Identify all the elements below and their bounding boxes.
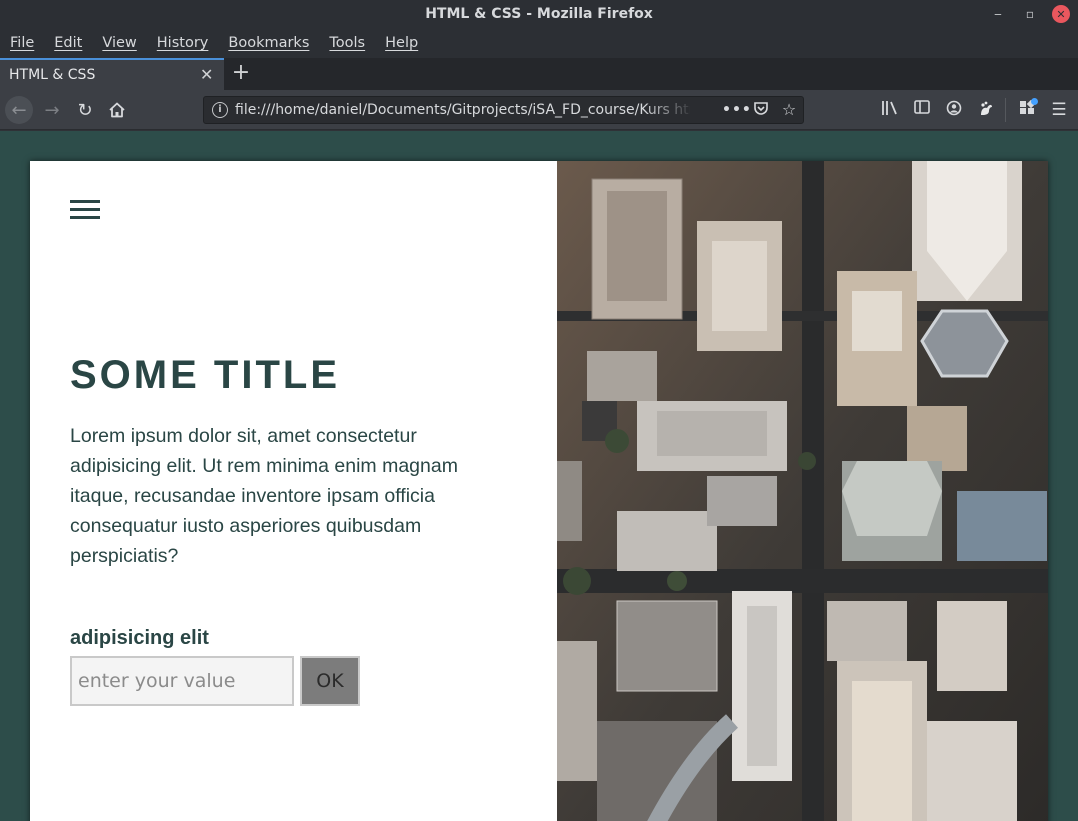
menu-file[interactable]: File [10, 35, 34, 51]
url-text[interactable]: file:///home/daniel/Documents/Gitproject… [235, 102, 690, 118]
info-icon[interactable]: i [212, 102, 228, 118]
city-aerial-photo [557, 161, 1048, 821]
nav-bar: ← → ↻ i file:///home/daniel/Documents/Gi… [0, 90, 1078, 130]
reload-icon[interactable]: ↻ [71, 96, 99, 124]
tab-close-icon[interactable]: ✕ [200, 65, 213, 84]
page-viewport: SOME TITLE Lorem ipsum dolor sit, amet c… [0, 131, 1078, 821]
value-input[interactable] [70, 656, 294, 706]
tab-html-css[interactable]: HTML & CSS ✕ [0, 58, 224, 90]
library-icon[interactable] [880, 100, 900, 120]
field-label: adipisicing elit [70, 627, 209, 649]
hero-content: SOME TITLE Lorem ipsum dolor sit, amet c… [30, 161, 557, 821]
menu-tools[interactable]: Tools [329, 35, 365, 51]
menu-edit[interactable]: Edit [54, 35, 82, 51]
ok-button[interactable]: OK [300, 656, 360, 706]
home-icon[interactable] [103, 96, 131, 124]
hero-card: SOME TITLE Lorem ipsum dolor sit, amet c… [30, 161, 1048, 821]
menu-bookmarks[interactable]: Bookmarks [228, 35, 309, 51]
pocket-icon[interactable] [751, 100, 771, 120]
window-titlebar: HTML & CSS - Mozilla Firefox ‒ ▫ ✕ [0, 0, 1078, 28]
page-actions-icon[interactable]: ••• [722, 100, 751, 120]
lead-paragraph: Lorem ipsum dolor sit, amet consectetur … [70, 425, 458, 567]
back-arrow-icon[interactable]: ← [5, 96, 33, 124]
forward-arrow-icon[interactable]: → [38, 96, 66, 124]
menu-bar: File Edit View History Bookmarks Tools H… [0, 28, 1078, 58]
tab-bar: HTML & CSS ✕ + [0, 58, 1078, 90]
tab-label: HTML & CSS [9, 67, 96, 83]
menu-history[interactable]: History [157, 35, 209, 51]
url-fade [644, 98, 694, 122]
maximize-icon[interactable]: ▫ [1020, 4, 1040, 24]
window-title: HTML & CSS - Mozilla Firefox [425, 6, 653, 22]
url-bar[interactable]: i file:///home/daniel/Documents/Gitproje… [203, 96, 804, 124]
page-title: SOME TITLE [70, 353, 340, 397]
bookmark-star-icon[interactable]: ☆ [779, 100, 799, 120]
nav-hamburger-icon[interactable] [70, 200, 100, 222]
close-icon[interactable]: ✕ [1052, 5, 1070, 23]
menu-help[interactable]: Help [385, 35, 418, 51]
toolbar-separator [1005, 98, 1006, 122]
menu-view[interactable]: View [102, 35, 136, 51]
new-tab-icon[interactable]: + [230, 61, 252, 85]
minimize-icon[interactable]: ‒ [988, 4, 1008, 24]
extension-icon[interactable] [976, 100, 996, 120]
addons-badge [1031, 98, 1038, 105]
account-icon[interactable] [944, 100, 964, 120]
sidebar-icon[interactable] [912, 100, 932, 120]
hamburger-menu-icon[interactable]: ☰ [1049, 100, 1069, 120]
